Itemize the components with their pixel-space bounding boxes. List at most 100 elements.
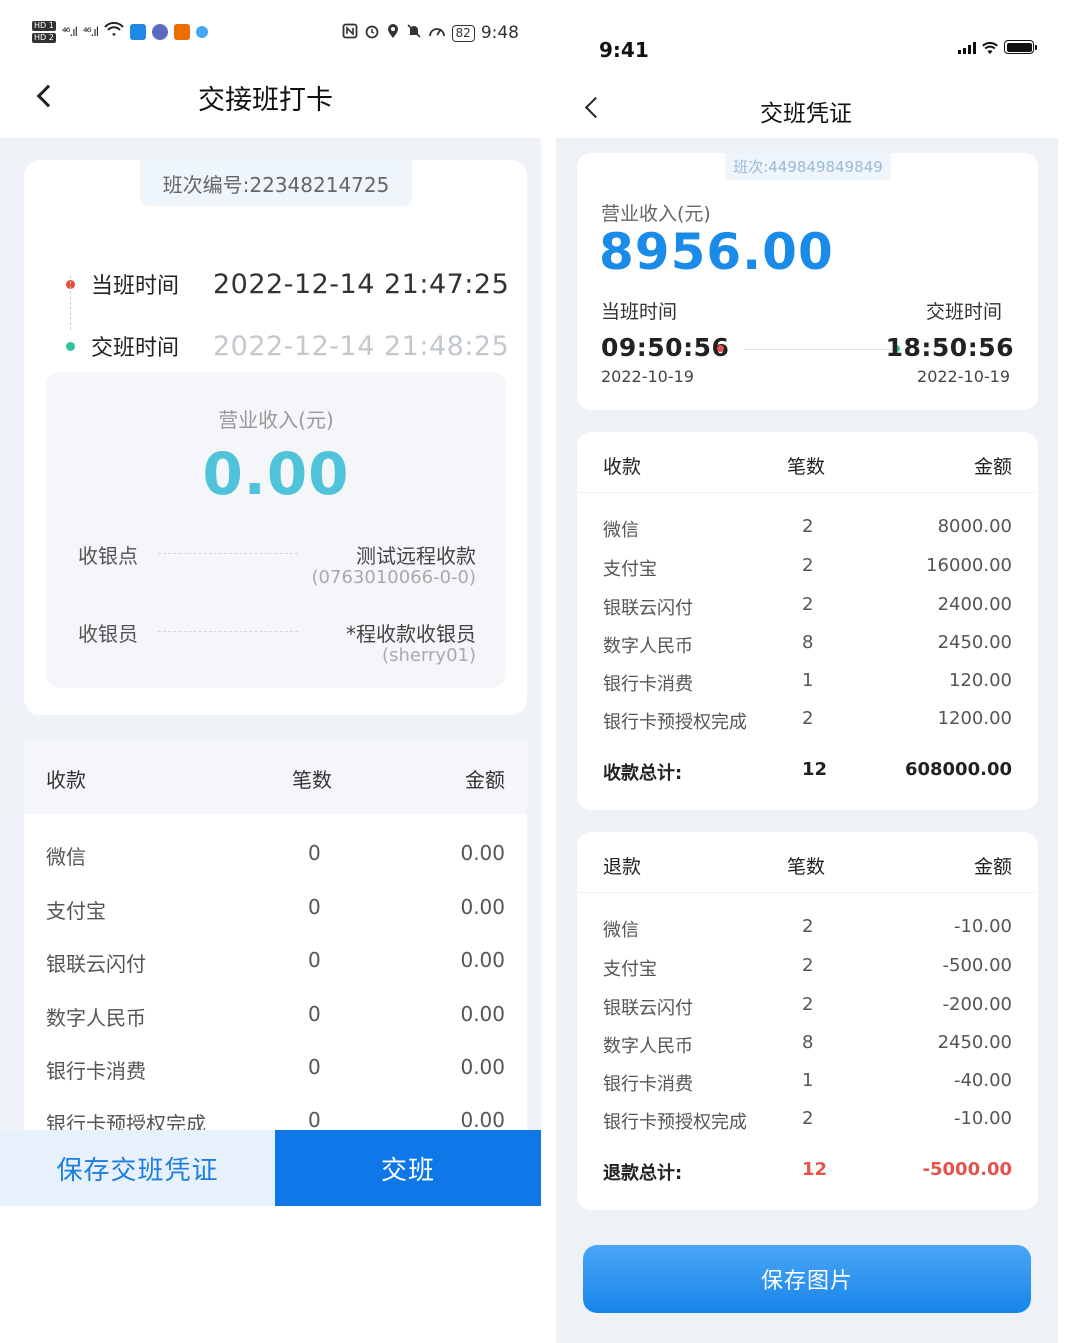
- signal-icon: ⁴⁶.ıl: [61, 25, 78, 39]
- dashed-divider: [158, 553, 298, 554]
- table-row: 银联云闪付 2 -200.00: [577, 994, 1038, 1020]
- count-cell: 2: [802, 994, 814, 1015]
- column-header: 金额: [973, 456, 1012, 478]
- total-count: 12: [802, 759, 828, 780]
- table-row: 支付宝 2 -500.00: [577, 955, 1038, 981]
- count-cell: 2: [802, 555, 814, 576]
- shift-info-card: 班次编号:22348214725 当班时间 2022-12-14 21:47:2…: [24, 160, 527, 715]
- battery-icon: [1004, 40, 1037, 54]
- amount-cell: 120.00: [949, 670, 1012, 691]
- total-label: 退款总计:: [603, 1163, 683, 1184]
- on-duty-label: 当班时间: [601, 301, 678, 323]
- count-cell: 2: [802, 594, 814, 615]
- table-row: 支付宝 0 0.00: [24, 895, 527, 925]
- cashier-label: 收银员: [78, 622, 138, 646]
- save-image-button[interactable]: 保存图片: [583, 1245, 1031, 1313]
- column-header: 收款: [603, 456, 642, 478]
- amount-cell: -10.00: [953, 916, 1012, 937]
- timeline-connector: [70, 276, 71, 330]
- speed-icon: [428, 23, 446, 44]
- nav-bar: 交接班打卡: [0, 64, 541, 138]
- app-notification-icon: [152, 24, 169, 40]
- handover-row: 交班时间 2022-12-14 21:48:25: [66, 330, 509, 362]
- receipts-table: 收款 笔数 金额 微信 2 8000.00 支付宝 2 16000.00 银联云闪付 2 2…: [577, 432, 1038, 810]
- table-row: 数字人民币 8 2450.00: [577, 632, 1038, 658]
- mute-icon: [406, 23, 422, 44]
- column-header: 收款: [46, 768, 86, 792]
- amount-cell: 0.00: [460, 1108, 505, 1132]
- app-notification-icon: [174, 24, 191, 40]
- income-label: 营业收入(元): [601, 203, 711, 225]
- status-icons: [958, 40, 1037, 54]
- column-header: 笔数: [787, 856, 826, 878]
- income-card: 班次:449849849849 营业收入(元) 8956.00 当班时间 交班时…: [577, 153, 1038, 410]
- table-row: 微信 0 0.00: [24, 841, 527, 871]
- amount-cell: 0.00: [460, 841, 505, 865]
- table-row: 支付宝 2 16000.00: [577, 555, 1038, 581]
- count-cell: 0: [308, 841, 321, 865]
- table-row: 数字人民币 8 2450.00: [577, 1032, 1038, 1058]
- method-name: 支付宝: [603, 959, 657, 980]
- amount-cell: 1200.00: [937, 708, 1012, 729]
- handover-label: 交班时间: [925, 301, 1002, 323]
- on-duty-date: 2022-10-19: [601, 367, 694, 386]
- save-voucher-button[interactable]: 保存交班凭证: [0, 1130, 275, 1206]
- status-right: 82 9:48: [342, 20, 519, 46]
- cellular-signal-icon: [958, 42, 976, 54]
- method-name: 微信: [603, 520, 639, 541]
- table-row: 银联云闪付 0 0.00: [24, 948, 527, 978]
- app-notification-icon: [130, 24, 147, 40]
- count-cell: 1: [802, 670, 814, 691]
- total-amount: 608000.00: [904, 759, 1012, 780]
- column-header: 金额: [973, 856, 1012, 878]
- app-notification-icon: [196, 26, 209, 38]
- on-duty-time: 2022-12-14 21:47:25: [213, 268, 510, 300]
- count-cell: 2: [802, 1108, 814, 1129]
- shift-number: 班次:449849849849: [725, 153, 891, 180]
- method-name: 银联云闪付: [603, 598, 693, 619]
- income-value: 0.00: [202, 440, 350, 508]
- on-duty-time: 09:50:56: [601, 333, 730, 362]
- amount-cell: 2450.00: [937, 1032, 1012, 1053]
- amount-cell: -200.00: [942, 994, 1012, 1015]
- table-row: 微信 2 8000.00: [577, 516, 1038, 542]
- alarm-icon: [364, 23, 380, 44]
- status-time: 9:41: [599, 38, 649, 62]
- method-name: 银行卡预授权完成: [603, 712, 747, 733]
- amount-cell: 0.00: [460, 895, 505, 919]
- method-name: 银行卡消费: [46, 1059, 146, 1083]
- nfc-icon: [342, 23, 358, 44]
- amount-cell: 8000.00: [937, 516, 1012, 537]
- amount-cell: 0.00: [460, 1002, 505, 1026]
- table-row: 银行卡消费 0 0.00: [24, 1055, 527, 1085]
- cashier-point-code: (0763010066-0-0): [311, 567, 476, 588]
- hd-indicator: HD 1 HD 2: [32, 21, 56, 43]
- count-cell: 2: [802, 708, 814, 729]
- total-count: 12: [802, 1159, 828, 1180]
- total-row: 收款总计: 12 608000.00: [577, 759, 1038, 785]
- total-label: 收款总计:: [603, 763, 683, 784]
- hd2-badge: HD 2: [32, 33, 56, 43]
- column-header: 退款: [603, 856, 642, 878]
- count-cell: 2: [802, 916, 814, 937]
- total-amount: -5000.00: [922, 1159, 1012, 1180]
- method-name: 银联云闪付: [603, 998, 693, 1019]
- shift-number: 班次编号:22348214725: [140, 160, 412, 206]
- method-name: 支付宝: [603, 559, 657, 580]
- table-row: 数字人民币 0 0.00: [24, 1002, 527, 1032]
- location-icon: [386, 23, 400, 44]
- on-duty-label: 当班时间: [91, 274, 180, 299]
- table-row: 银行卡预授权完成 2 1200.00: [577, 708, 1038, 734]
- blank-area: [0, 1206, 541, 1343]
- method-name: 微信: [603, 920, 639, 941]
- method-name: 数字人民币: [603, 636, 693, 657]
- column-header: 笔数: [292, 768, 332, 792]
- handover-button[interactable]: 交班: [275, 1130, 541, 1206]
- count-cell: 0: [308, 1002, 321, 1026]
- table-row: 银联云闪付 2 2400.00: [577, 594, 1038, 620]
- method-name: 银行卡预授权完成: [603, 1112, 747, 1133]
- dashed-divider: [158, 631, 298, 632]
- divider: [577, 892, 1038, 893]
- wifi-icon: [982, 40, 998, 54]
- amount-cell: 16000.00: [926, 555, 1012, 576]
